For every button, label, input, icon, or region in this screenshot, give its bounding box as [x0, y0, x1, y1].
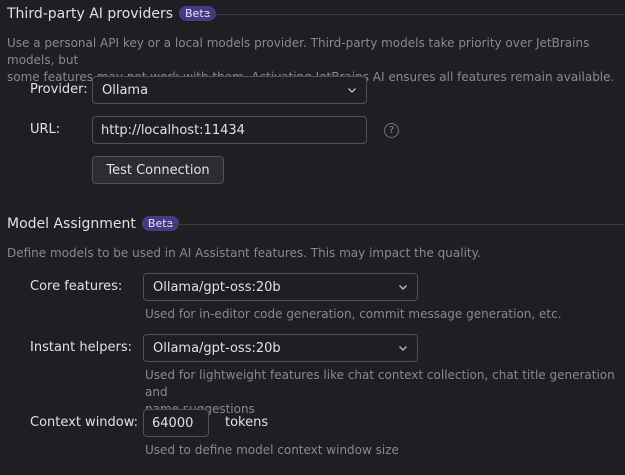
third-party-section-title: Third-party AI providers — [7, 6, 173, 22]
url-input[interactable] — [92, 116, 367, 144]
test-connection-button[interactable]: Test Connection — [92, 156, 224, 184]
chevron-down-icon — [399, 285, 407, 290]
third-party-section-header: Third-party AI providers Beta — [7, 6, 217, 22]
model-assignment-description: Define models to be used in AI Assistant… — [7, 246, 481, 260]
hint-line: Used for lightweight features like chat … — [145, 368, 615, 399]
chevron-down-icon — [399, 346, 407, 351]
context-window-input[interactable] — [143, 409, 209, 437]
question-circle-icon[interactable]: ? — [384, 123, 399, 138]
instant-helpers-hint: Used for lightweight features like chat … — [145, 367, 620, 418]
core-features-select[interactable]: Ollama/gpt-oss:20b — [143, 273, 418, 301]
provider-label: Provider: — [30, 82, 88, 97]
model-assignment-section-title: Model Assignment — [7, 216, 136, 232]
model-assignment-section-header: Model Assignment Beta — [7, 216, 180, 232]
chevron-down-icon — [348, 88, 356, 93]
provider-select[interactable]: Ollama — [92, 76, 367, 104]
provider-select-value: Ollama — [102, 82, 149, 98]
core-features-hint: Used for in-editor code generation, comm… — [145, 307, 562, 321]
section-divider — [202, 14, 625, 15]
context-window-unit: tokens — [225, 415, 269, 430]
core-features-select-value: Ollama/gpt-oss:20b — [153, 279, 281, 295]
section-divider — [167, 224, 625, 225]
core-features-label: Core features: — [30, 279, 123, 294]
url-label: URL: — [30, 122, 61, 137]
instant-helpers-label: Instant helpers: — [30, 340, 132, 355]
hint-line: name suggestions — [145, 402, 255, 416]
instant-helpers-select-value: Ollama/gpt-oss:20b — [153, 340, 281, 356]
instant-helpers-select[interactable]: Ollama/gpt-oss:20b — [143, 334, 418, 362]
context-window-hint: Used to define model context window size — [145, 443, 399, 457]
description-line: Use a personal API key or a local models… — [7, 36, 590, 67]
context-window-label: Context window: — [30, 415, 139, 430]
